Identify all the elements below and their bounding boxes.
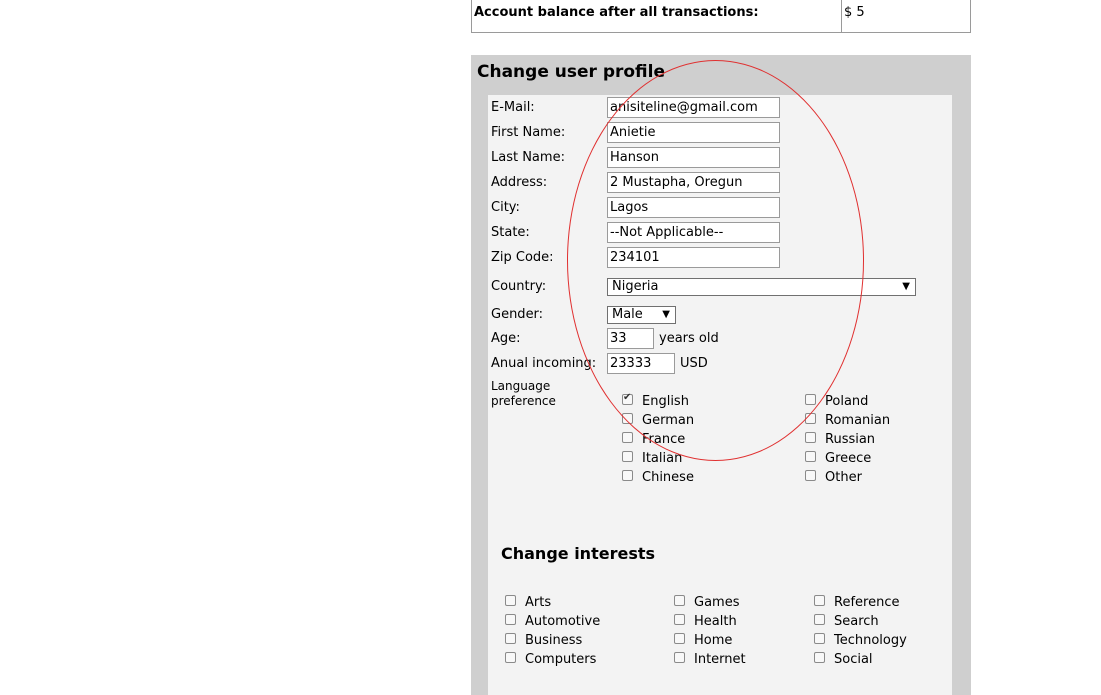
language-checkbox-poland[interactable] xyxy=(805,394,816,405)
change-profile-panel: Change user profile E-Mail: anisiteline@… xyxy=(471,55,971,695)
language-label-italian: Italian xyxy=(642,451,683,466)
gender-label: Gender: xyxy=(491,307,544,322)
interest-checkbox-social[interactable] xyxy=(814,652,825,663)
interest-checkbox-technology[interactable] xyxy=(814,633,825,644)
language-checkbox-france[interactable] xyxy=(622,432,633,443)
language-checkbox-english[interactable] xyxy=(622,392,633,405)
interest-checkbox-home[interactable] xyxy=(674,633,685,644)
country-select[interactable]: Nigeria ▼ xyxy=(607,278,916,296)
interest-label-computers: Computers xyxy=(525,652,597,667)
interest-label-games: Games xyxy=(694,595,740,610)
dropdown-arrow-icon: ▼ xyxy=(662,309,670,320)
interests-title: Change interests xyxy=(501,544,656,563)
balance-table: Account balance after all transactions: … xyxy=(471,0,971,33)
language-label-romanian: Romanian xyxy=(825,413,891,428)
interest-checkbox-arts[interactable] xyxy=(505,595,516,606)
language-label-line2: preference xyxy=(491,394,556,408)
address-label: Address: xyxy=(491,175,548,190)
age-suffix: years old xyxy=(659,331,719,346)
age-label: Age: xyxy=(491,331,521,346)
interest-label-health: Health xyxy=(694,614,737,629)
interest-checkbox-health[interactable] xyxy=(674,614,685,625)
country-value: Nigeria xyxy=(612,279,659,294)
interest-checkbox-reference[interactable] xyxy=(814,595,825,606)
state-label: State: xyxy=(491,225,530,240)
first-name-field[interactable]: Anietie xyxy=(607,122,780,143)
language-label-greece: Greece xyxy=(825,451,872,466)
city-label: City: xyxy=(491,200,520,215)
email-label: E-Mail: xyxy=(491,100,535,115)
email-field[interactable]: anisiteline@gmail.com xyxy=(607,97,780,118)
zip-field[interactable]: 234101 xyxy=(607,247,780,268)
language-label-line1: Language xyxy=(491,379,551,393)
interest-label-internet: Internet xyxy=(694,652,746,667)
last-name-field[interactable]: Hanson xyxy=(607,147,780,168)
interest-checkbox-games[interactable] xyxy=(674,595,685,606)
interest-label-automotive: Automotive xyxy=(525,614,601,629)
balance-value: $ 5 xyxy=(844,5,865,20)
language-label-other: Other xyxy=(825,470,862,485)
interest-label-technology: Technology xyxy=(834,633,907,648)
interest-label-social: Social xyxy=(834,652,873,667)
profile-form: E-Mail: anisiteline@gmail.com First Name… xyxy=(488,95,952,695)
interest-checkbox-automotive[interactable] xyxy=(505,614,516,625)
language-label-france: France xyxy=(642,432,686,447)
language-checkbox-russian[interactable] xyxy=(805,432,816,443)
last-name-label: Last Name: xyxy=(491,150,565,165)
language-label-german: German xyxy=(642,413,695,428)
interest-checkbox-internet[interactable] xyxy=(674,652,685,663)
state-field[interactable]: --Not Applicable-- xyxy=(607,222,780,243)
language-label-russian: Russian xyxy=(825,432,876,447)
income-field[interactable]: 23333 xyxy=(607,353,675,374)
language-checkbox-italian[interactable] xyxy=(622,451,633,462)
language-checkbox-chinese[interactable] xyxy=(622,470,633,481)
language-checkbox-german[interactable] xyxy=(622,413,633,424)
address-field[interactable]: 2 Mustapha, Oregun xyxy=(607,172,780,193)
country-label: Country: xyxy=(491,279,547,294)
language-label-english: English xyxy=(642,394,689,409)
zip-label: Zip Code: xyxy=(491,250,554,265)
first-name-label: First Name: xyxy=(491,125,566,140)
language-label-chinese: Chinese xyxy=(642,470,694,485)
balance-label-cell: Account balance after all transactions: xyxy=(472,0,842,32)
interest-label-search: Search xyxy=(834,614,879,629)
gender-value: Male xyxy=(612,307,643,322)
interest-label-reference: Reference xyxy=(834,595,900,610)
interest-checkbox-business[interactable] xyxy=(505,633,516,644)
interest-checkbox-search[interactable] xyxy=(814,614,825,625)
dropdown-arrow-icon: ▼ xyxy=(902,281,910,292)
language-checkbox-greece[interactable] xyxy=(805,451,816,462)
profile-title: Change user profile xyxy=(477,62,666,82)
income-suffix: USD xyxy=(680,356,708,371)
age-field[interactable]: 33 xyxy=(607,328,654,349)
language-label-poland: Poland xyxy=(825,394,869,409)
interest-label-business: Business xyxy=(525,633,583,648)
language-checkbox-romanian[interactable] xyxy=(805,413,816,424)
city-field[interactable]: Lagos xyxy=(607,197,780,218)
interest-label-home: Home xyxy=(694,633,733,648)
language-checkbox-other[interactable] xyxy=(805,470,816,481)
income-label: Anual incoming: xyxy=(491,356,597,371)
gender-select[interactable]: Male ▼ xyxy=(607,306,676,324)
balance-label: Account balance after all transactions: xyxy=(474,5,759,20)
interest-checkbox-computers[interactable] xyxy=(505,652,516,663)
interest-label-arts: Arts xyxy=(525,595,552,610)
